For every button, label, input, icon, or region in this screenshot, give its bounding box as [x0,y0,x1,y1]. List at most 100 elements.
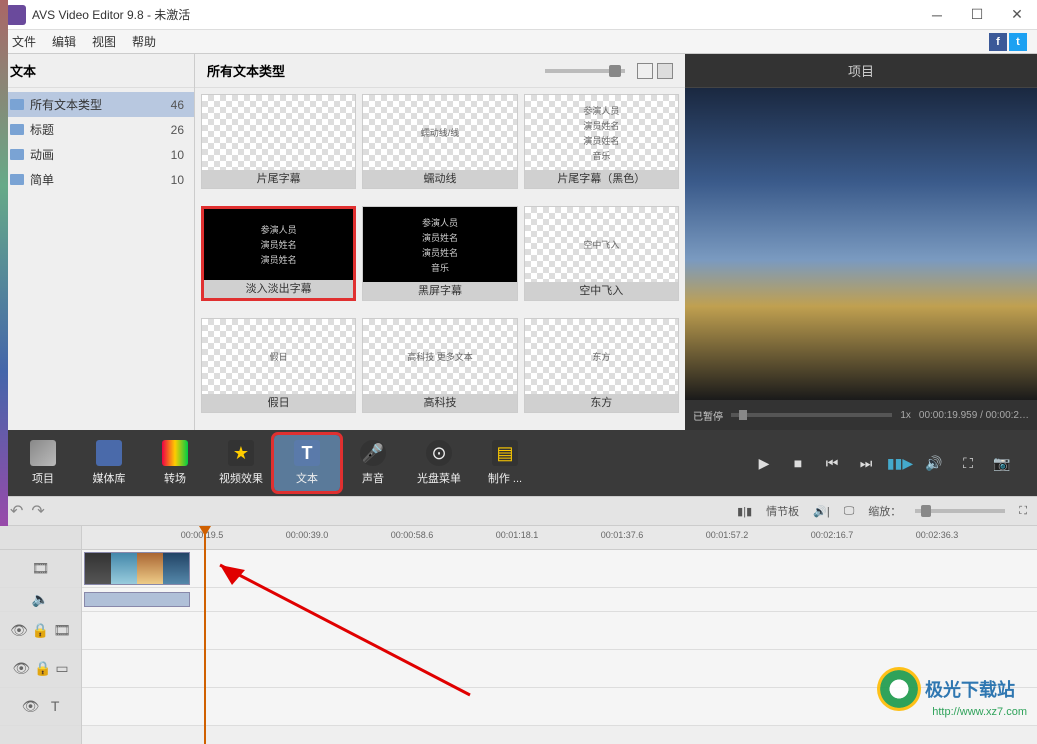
gallery-thumb-4[interactable]: 参演人员演员姓名演员姓名音乐黑屏字幕 [362,206,517,301]
zoom-slider[interactable] [915,509,1005,513]
play-button[interactable]: ▶ [753,452,775,474]
tool-label: 文本 [296,470,318,486]
menu-view[interactable]: 视图 [84,31,124,52]
tool-audio-button[interactable]: 🎤 声音 [340,435,406,491]
sidebar-item-label: 标题 [30,121,171,138]
sidebar-item-count: 10 [171,148,184,162]
audio-track[interactable] [82,588,1037,612]
thumb-preview: 高科技 更多文本 [363,319,516,394]
preview-video[interactable] [685,88,1037,400]
tool-transition-button[interactable]: 转场 [142,435,208,491]
tool-disc-button[interactable]: ⊙光盘菜单 [406,435,472,491]
gallery-thumb-0[interactable]: 片尾字幕 [201,94,356,189]
facebook-icon[interactable]: f [989,33,1007,51]
menu-help[interactable]: 帮助 [124,31,164,52]
gallery-thumb-5[interactable]: 空中飞入空中飞入 [524,206,679,301]
timeline-ruler[interactable]: 00:00:19.500:00:39.000:00:58.600:01:18.1… [82,526,1037,550]
thumb-label: 淡入淡出字幕 [204,280,353,298]
tool-label: 转场 [164,470,186,486]
gallery-thumb-7[interactable]: 高科技 更多文本高科技 [362,318,517,413]
ruler-tick: 00:00:58.6 [391,530,434,540]
fx-track[interactable] [82,612,1037,650]
fx-track-head[interactable]: 👁 🔒 🎞 [0,612,81,650]
sidebar-item-2[interactable]: 动画10 [0,142,194,167]
audio-clip[interactable] [84,592,190,607]
playhead[interactable] [204,526,206,744]
playback-time: 00:00:19.959 / 00:00:2… [919,410,1029,421]
zoom-fit-icon[interactable]: ⛶ [1019,505,1027,518]
text-track-head[interactable]: 👁 T [0,688,81,726]
monitor-icon[interactable]: 🖵 [844,505,855,518]
gallery-thumb-1[interactable]: 蠕动线/线蠕动线 [362,94,517,189]
prev-frame-button[interactable]: ⏮ [821,452,843,474]
volume-button[interactable]: 🔊 [923,452,945,474]
media-icon [96,440,122,466]
sidebar-item-label: 所有文本类型 [30,96,171,113]
tool-produce-button[interactable]: ▤制作 ... [472,435,538,491]
ruler-tick: 00:00:39.0 [286,530,329,540]
sidebar-header: 文本 [0,54,194,88]
gallery-thumb-8[interactable]: 东方东方 [524,318,679,413]
tool-media-button[interactable]: 媒体库 [76,435,142,491]
ruler-tick: 00:02:36.3 [916,530,959,540]
tool-label: 光盘菜单 [417,470,461,486]
tool-label: 媒体库 [93,470,126,486]
project-icon [30,440,56,466]
tool-label: 视频效果 [219,470,263,486]
menu-file[interactable]: 文件 [4,31,44,52]
window-title: AVS Video Editor 9.8 - 未激活 [32,6,917,23]
sidebar-item-3[interactable]: 简单10 [0,167,194,192]
close-button[interactable]: ✕ [997,0,1037,30]
main-area: 文本 所有文本类型46标题26动画10简单10 所有文本类型 片尾字幕蠕动线/线… [0,54,1037,430]
twitter-icon[interactable]: t [1009,33,1027,51]
preview-header: 项目 [685,54,1037,88]
audio-toggle-icon[interactable]: 🔊| [813,505,830,518]
sidebar-item-0[interactable]: 所有文本类型46 [0,92,194,117]
fullscreen-button[interactable]: ⛶ [957,452,979,474]
ruler-tick: 00:00:19.5 [181,530,224,540]
video-track[interactable] [82,550,1037,588]
tool-text-button[interactable]: T文本 [274,435,340,491]
tool-label: 声音 [362,470,384,486]
view-list-icon[interactable] [657,63,673,79]
sidebar-item-1[interactable]: 标题26 [0,117,194,142]
thumb-label: 蠕动线 [363,170,516,188]
category-sidebar: 文本 所有文本类型46标题26动画10简单10 [0,54,195,430]
folder-icon [10,124,24,135]
seek-slider[interactable] [731,413,892,417]
gallery-thumb-2[interactable]: 参演人员演员姓名演员姓名音乐片尾字幕（黑色） [524,94,679,189]
undo-button[interactable]: ↶ [10,501,23,521]
folder-icon [10,174,24,185]
tool-videofx-button[interactable]: ★视频效果 [208,435,274,491]
app-icon [6,5,26,25]
split-clip-icon[interactable]: ▮|▮ [737,505,752,518]
storyboard-label[interactable]: 情节板 [766,503,799,519]
view-mode-icon[interactable] [637,63,653,79]
video-track-head[interactable]: 🎞 [0,550,81,588]
snapshot-button[interactable]: 📷 [991,452,1013,474]
sidebar-item-label: 简单 [30,171,171,188]
menu-edit[interactable]: 编辑 [44,31,84,52]
next-frame-button[interactable]: ⏭ [855,452,877,474]
minimize-button[interactable]: ─ [917,0,957,30]
split-button[interactable]: ▮▮▶ [889,452,911,474]
stop-button[interactable]: ■ [787,452,809,474]
thumb-label: 高科技 [363,394,516,412]
redo-button[interactable]: ↷ [31,501,44,521]
audio-track-head[interactable]: 🔈 [0,588,81,612]
gallery-thumb-6[interactable]: 假日假日 [201,318,356,413]
tool-project-button[interactable]: 项目 [10,435,76,491]
watermark-text: 极光下载站 [925,676,1015,702]
thumb-preview [202,95,355,170]
thumbnail-size-slider[interactable] [545,69,625,73]
gallery-thumb-3[interactable]: 参演人员演员姓名演员姓名淡入淡出字幕 [201,206,356,301]
folder-icon [10,149,24,160]
maximize-button[interactable]: ☐ [957,0,997,30]
audio-icon: 🎤 [360,440,386,466]
overlay-track-head[interactable]: 👁 🔒 ▭ [0,650,81,688]
thumb-preview: 东方 [525,319,678,394]
tool-label: 项目 [32,470,54,486]
video-clip[interactable] [84,552,190,585]
thumb-label: 假日 [202,394,355,412]
gallery-panel: 所有文本类型 片尾字幕蠕动线/线蠕动线参演人员演员姓名演员姓名音乐片尾字幕（黑色… [195,54,685,430]
